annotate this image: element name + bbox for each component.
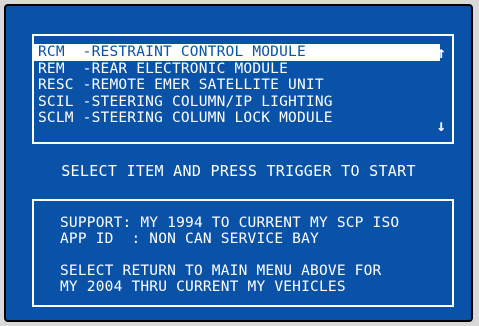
note-line-1: SELECT RETURN TO MAIN MENU ABOVE FOR (60, 263, 382, 279)
scroll-down-arrow-icon[interactable]: ↓ (436, 118, 446, 134)
menu-item-sclm[interactable]: SCLM -STEERING COLUMN LOCK MODULE (34, 110, 440, 127)
menu-item-rem[interactable]: REM -REAR ELECTRONIC MODULE (34, 61, 440, 78)
support-line: SUPPORT: MY 1994 TO CURRENT MY SCP ISO (60, 215, 400, 231)
diagnostic-screen: RCM -RESTRAINT CONTROL MODULE REM -REAR … (4, 4, 473, 322)
menu-item-rcm[interactable]: RCM -RESTRAINT CONTROL MODULE (34, 44, 440, 61)
menu-item-scil[interactable]: SCIL -STEERING COLUMN/IP LIGHTING (34, 94, 440, 111)
menu-item-resc[interactable]: RESC -REMOTE EMER SATELLITE UNIT (34, 77, 440, 94)
module-menu-list: RCM -RESTRAINT CONTROL MODULE REM -REAR … (34, 44, 440, 127)
scroll-up-arrow-icon[interactable]: ↑ (436, 45, 446, 61)
app-id-line: APP ID : NON CAN SERVICE BAY (60, 231, 319, 247)
info-panel: SUPPORT: MY 1994 TO CURRENT MY SCP ISO A… (32, 199, 454, 307)
note-line-2: MY 2004 THRU CURRENT MY VEHICLES (60, 279, 346, 295)
instruction-text: SELECT ITEM AND PRESS TRIGGER TO START (61, 162, 416, 180)
module-menu-panel: RCM -RESTRAINT CONTROL MODULE REM -REAR … (32, 34, 454, 144)
